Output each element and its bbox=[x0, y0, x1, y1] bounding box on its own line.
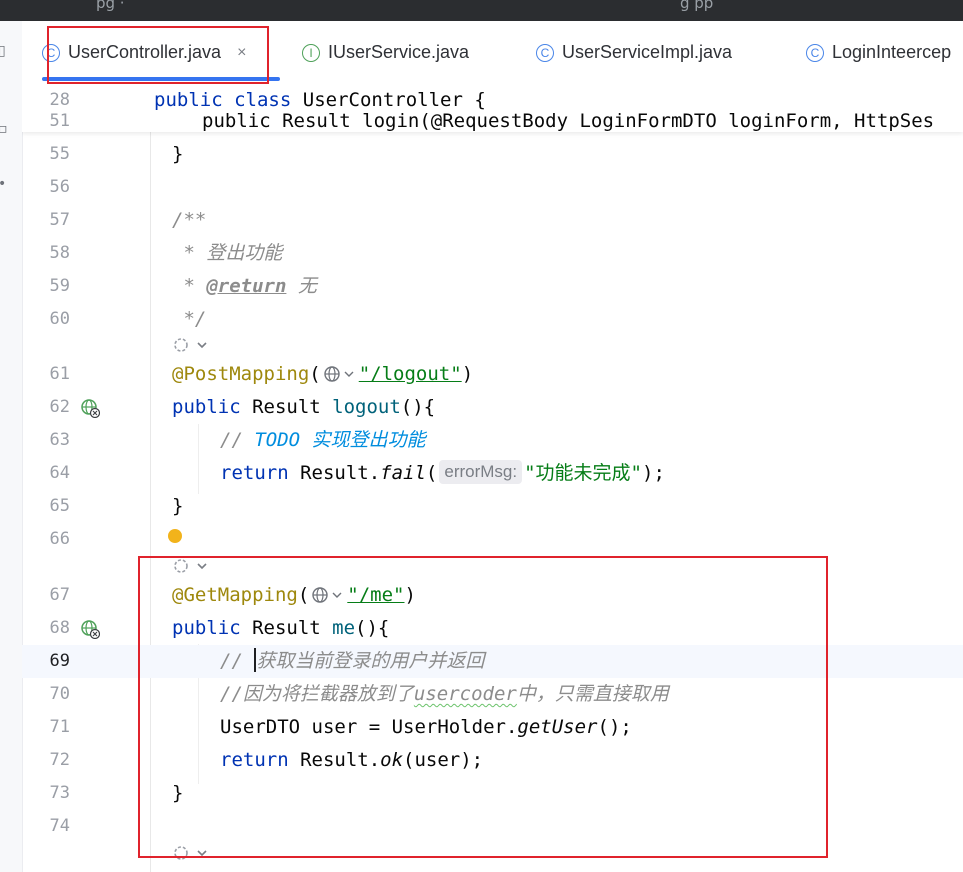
code-text: UserDTO user = UserHolder.getUser(); bbox=[220, 716, 632, 738]
line-number: 66 bbox=[49, 529, 70, 549]
class-icon: C bbox=[42, 43, 60, 62]
code-line-65[interactable]: 65 } bbox=[22, 490, 963, 523]
tab-label: UserServiceImpl.java bbox=[562, 42, 733, 62]
code-line-63[interactable]: 63 // TODO 实现登出功能 bbox=[22, 424, 963, 457]
code-editor[interactable]: 28 public class UserController { 51 publ… bbox=[22, 84, 963, 872]
code-text: * @return 无 bbox=[172, 275, 317, 297]
tab-label: IUserService.java bbox=[328, 42, 470, 62]
code-line-69[interactable]: 69 // 获取当前登录的用户并返回 bbox=[22, 645, 963, 678]
code-line-59[interactable]: 59 * @return 无 bbox=[22, 270, 963, 303]
tab-userserviceimpl[interactable]: C UserServiceImpl.java bbox=[536, 21, 732, 84]
code-line-56[interactable]: 56 bbox=[22, 171, 963, 204]
line-number: 72 bbox=[49, 750, 70, 770]
line-number: 73 bbox=[49, 783, 70, 803]
code-line-72[interactable]: 72 return Result.ok(user); bbox=[22, 744, 963, 777]
code-text: // 获取当前登录的用户并返回 bbox=[220, 648, 485, 672]
line-number: 55 bbox=[49, 144, 70, 164]
code-vision-row bbox=[22, 841, 963, 863]
close-icon[interactable]: × bbox=[237, 44, 246, 62]
code-text: } bbox=[172, 143, 184, 165]
line-number: 69 bbox=[49, 651, 70, 671]
code-text: } bbox=[172, 782, 184, 804]
line-number: 68 bbox=[49, 618, 70, 638]
code-vision-row bbox=[22, 554, 963, 576]
code-line-70[interactable]: 70 //因为将拦截器放到了usercoder中，只需直接取用 bbox=[22, 678, 963, 711]
code-text: return Result.fail(errorMsg: "功能未完成"); bbox=[220, 460, 665, 484]
code-line-68[interactable]: 68 public Result me(){ bbox=[22, 612, 963, 645]
editor-tab-bar: C UserController.java × I IUserService.j… bbox=[22, 21, 963, 85]
code-text: @PostMapping("/logout") bbox=[172, 363, 474, 385]
globe-icon[interactable] bbox=[311, 586, 345, 604]
code-text: return Result.ok(user); bbox=[220, 749, 484, 771]
interface-icon: I bbox=[302, 43, 320, 62]
window-title-strip: pg · g pp bbox=[0, 0, 963, 21]
code-text: * 登出功能 bbox=[172, 242, 283, 264]
tool-window-strip: ▯ ▫ • bbox=[0, 21, 23, 872]
code-text: public Result logout(){ bbox=[172, 396, 436, 418]
endpoint-hint-icon[interactable] bbox=[172, 842, 212, 864]
tab-logininterceptor[interactable]: C LoginInteercep bbox=[806, 21, 951, 84]
line-number: 65 bbox=[49, 496, 70, 516]
line-number: 61 bbox=[49, 364, 70, 384]
class-icon: C bbox=[536, 43, 554, 62]
tab-label: UserController.java bbox=[68, 42, 222, 62]
code-line-74[interactable]: 74 bbox=[22, 810, 963, 843]
endpoint-hint-icon[interactable] bbox=[172, 555, 212, 577]
line-number: 64 bbox=[49, 463, 70, 483]
code-text: //因为将拦截器放到了usercoder中，只需直接取用 bbox=[220, 683, 669, 705]
sticky-method-signature: public Result login(@RequestBody LoginFo… bbox=[202, 110, 935, 132]
endpoint-hint-icon[interactable] bbox=[172, 334, 212, 356]
code-text: /** bbox=[172, 209, 207, 231]
title-strip-text-2: g pp bbox=[680, 0, 714, 12]
code-line-64[interactable]: 64 return Result.fail(errorMsg: "功能未完成"); bbox=[22, 457, 963, 490]
structure-icon[interactable]: ▫ bbox=[0, 121, 8, 137]
dot-icon: • bbox=[0, 176, 6, 192]
tab-label: LoginInteercep bbox=[832, 42, 952, 62]
code-line-67[interactable]: 67 @GetMapping("/me") bbox=[22, 579, 963, 612]
line-number: 70 bbox=[49, 684, 70, 704]
code-vision-row bbox=[22, 331, 963, 353]
code-text: public Result me(){ bbox=[172, 617, 390, 639]
code-line-58[interactable]: 58 * 登出功能 bbox=[22, 237, 963, 270]
web-endpoint-gutter-icon[interactable] bbox=[80, 619, 100, 639]
class-icon: C bbox=[806, 43, 824, 62]
code-line-71[interactable]: 71 UserDTO user = UserHolder.getUser(); bbox=[22, 711, 963, 744]
code-text: } bbox=[172, 495, 184, 517]
title-strip-text: pg · bbox=[96, 0, 125, 12]
project-icon[interactable]: ▯ bbox=[0, 43, 6, 59]
line-number: 51 bbox=[49, 111, 70, 131]
code-line-66[interactable]: 66 bbox=[22, 523, 963, 556]
active-tab-indicator bbox=[42, 77, 280, 81]
sticky-lines-header[interactable]: 28 public class UserController { 51 publ… bbox=[22, 84, 963, 132]
code-line-57[interactable]: 57 /** bbox=[22, 204, 963, 237]
code-line-62[interactable]: 62 public Result logout(){ bbox=[22, 391, 963, 424]
line-number: 67 bbox=[49, 585, 70, 605]
line-number: 56 bbox=[49, 177, 70, 197]
line-number: 59 bbox=[49, 276, 70, 296]
line-number: 58 bbox=[49, 243, 70, 263]
line-number: 71 bbox=[49, 717, 70, 737]
tab-iuserservice[interactable]: I IUserService.java bbox=[302, 21, 469, 84]
code-line-61[interactable]: 61 @PostMapping("/logout") bbox=[22, 358, 963, 391]
line-number: 62 bbox=[49, 397, 70, 417]
line-number: 74 bbox=[49, 816, 70, 836]
code-line-55[interactable]: 55 } bbox=[22, 138, 963, 171]
code-text: @GetMapping("/me") bbox=[172, 584, 416, 606]
tab-usercontroller[interactable]: C UserController.java × bbox=[42, 21, 246, 84]
line-number: 57 bbox=[49, 210, 70, 230]
intention-bulb-icon[interactable] bbox=[168, 529, 182, 543]
code-text: // TODO 实现登出功能 bbox=[220, 429, 426, 451]
line-number: 63 bbox=[49, 430, 70, 450]
parameter-hint: errorMsg: bbox=[439, 460, 523, 484]
globe-icon[interactable] bbox=[323, 365, 357, 383]
web-endpoint-gutter-icon[interactable] bbox=[80, 398, 100, 418]
code-line-73[interactable]: 73 } bbox=[22, 777, 963, 810]
